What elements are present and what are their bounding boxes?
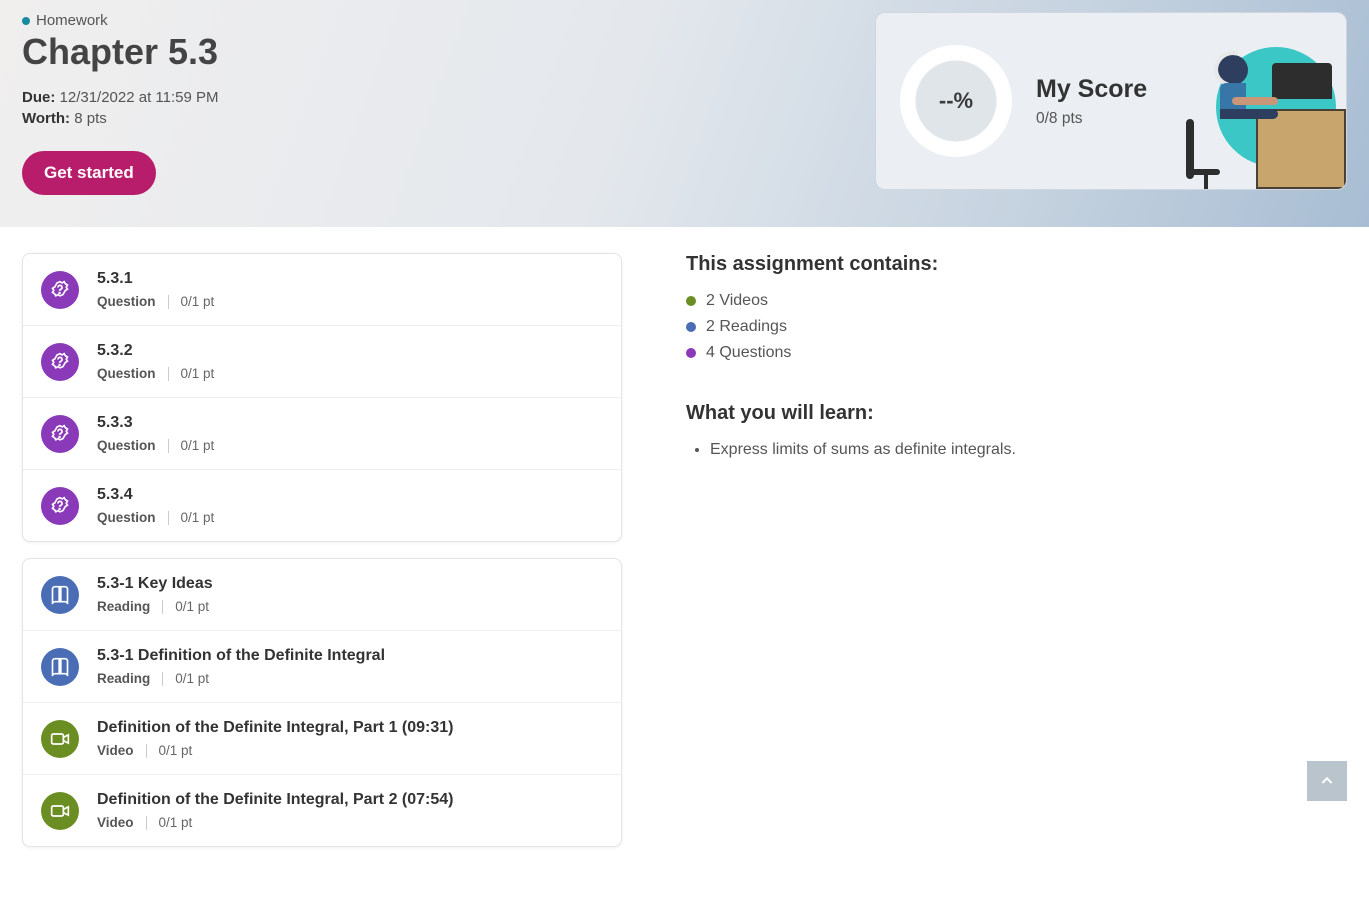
- item-points: 0/1 pt: [159, 815, 193, 830]
- item-type: Reading: [97, 599, 150, 614]
- item-title: Definition of the Definite Integral, Par…: [97, 791, 454, 809]
- question-icon: [41, 271, 79, 309]
- item-type: Question: [97, 438, 156, 453]
- assignment-item[interactable]: Definition of the Definite Integral, Par…: [23, 703, 621, 775]
- learn-list: Express limits of sums as definite integ…: [686, 441, 1326, 459]
- learn-heading: What you will learn:: [686, 402, 1326, 425]
- item-type: Question: [97, 510, 156, 525]
- dot-olive-icon: [686, 296, 696, 306]
- score-label: My Score: [1036, 75, 1147, 104]
- item-title: 5.3.3: [97, 414, 214, 432]
- item-title: 5.3.2: [97, 342, 214, 360]
- assignment-item[interactable]: 5.3.3 Question 0/1 pt: [23, 398, 621, 470]
- dot-blue-icon: [686, 322, 696, 332]
- separator-icon: [168, 295, 169, 309]
- item-title: 5.3.1: [97, 270, 214, 288]
- assignment-item[interactable]: Definition of the Definite Integral, Par…: [23, 775, 621, 846]
- reading-icon: [41, 576, 79, 614]
- worth-value: 8 pts: [74, 110, 107, 127]
- separator-icon: [168, 367, 169, 381]
- item-points: 0/1 pt: [181, 366, 215, 381]
- separator-icon: [168, 511, 169, 525]
- item-title: Definition of the Definite Integral, Par…: [97, 719, 454, 737]
- due-value: 12/31/2022 at 11:59 PM: [60, 89, 219, 106]
- item-points: 0/1 pt: [181, 294, 215, 309]
- item-type: Video: [97, 815, 134, 830]
- item-points: 0/1 pt: [159, 743, 193, 758]
- learn-item: Express limits of sums as definite integ…: [710, 441, 1326, 459]
- separator-icon: [162, 672, 163, 686]
- contains-label: 2 Readings: [706, 318, 787, 336]
- get-started-button[interactable]: Get started: [22, 151, 156, 195]
- contains-heading: This assignment contains:: [686, 253, 1326, 276]
- category-label: Homework: [36, 12, 108, 29]
- scroll-to-top-button[interactable]: [1307, 761, 1347, 801]
- chevron-up-icon: [1319, 773, 1335, 789]
- item-type: Question: [97, 294, 156, 309]
- item-points: 0/1 pt: [175, 671, 209, 686]
- separator-icon: [146, 816, 147, 830]
- due-label: Due:: [22, 89, 55, 106]
- item-type: Video: [97, 743, 134, 758]
- question-group: 5.3.1Question0/1 pt5.3.2Question0/1 pt5.…: [22, 253, 622, 542]
- question-icon: [41, 487, 79, 525]
- contains-item: 2 Videos: [686, 292, 1326, 310]
- assignment-item[interactable]: 5.3-1 Definition of the Definite Integra…: [23, 631, 621, 703]
- item-points: 0/1 pt: [181, 510, 215, 525]
- assignment-item[interactable]: 5.3.1 Question 0/1 pt: [23, 254, 621, 326]
- contains-item: 4 Questions: [686, 344, 1326, 362]
- contains-list: 2 Videos 2 Readings 4 Questions: [686, 292, 1326, 362]
- item-type: Question: [97, 366, 156, 381]
- contains-label: 4 Questions: [706, 344, 791, 362]
- separator-icon: [168, 439, 169, 453]
- worth-label: Worth:: [22, 110, 70, 127]
- reading-icon: [41, 648, 79, 686]
- item-points: 0/1 pt: [175, 599, 209, 614]
- question-icon: [41, 415, 79, 453]
- assignment-item[interactable]: 5.3-1 Key Ideas Reading 0/1 pt: [23, 559, 621, 631]
- resource-group: 5.3-1 Key Ideas Reading 0/1 pt 5.3-1 Defini…: [22, 558, 622, 847]
- separator-icon: [146, 744, 147, 758]
- dot-purple-icon: [686, 348, 696, 358]
- question-icon: [41, 343, 79, 381]
- item-title: 5.3-1 Key Ideas: [97, 575, 213, 593]
- category-dot-icon: [22, 17, 30, 25]
- score-percent: --%: [939, 88, 973, 114]
- video-icon: [41, 792, 79, 830]
- item-title: 5.3-1 Definition of the Definite Integra…: [97, 647, 385, 665]
- item-title: 5.3.4: [97, 486, 214, 504]
- contains-label: 2 Videos: [706, 292, 768, 310]
- separator-icon: [162, 600, 163, 614]
- video-icon: [41, 720, 79, 758]
- contains-item: 2 Readings: [686, 318, 1326, 336]
- score-ring-icon: --%: [900, 45, 1012, 157]
- score-points: 0/8 pts: [1036, 110, 1147, 128]
- item-points: 0/1 pt: [181, 438, 215, 453]
- item-type: Reading: [97, 671, 150, 686]
- score-card: --% My Score 0/8 pts: [875, 12, 1347, 190]
- student-illustration-icon: [1176, 13, 1346, 189]
- assignment-item[interactable]: 5.3.4 Question 0/1 pt: [23, 470, 621, 541]
- assignment-item[interactable]: 5.3.2 Question 0/1 pt: [23, 326, 621, 398]
